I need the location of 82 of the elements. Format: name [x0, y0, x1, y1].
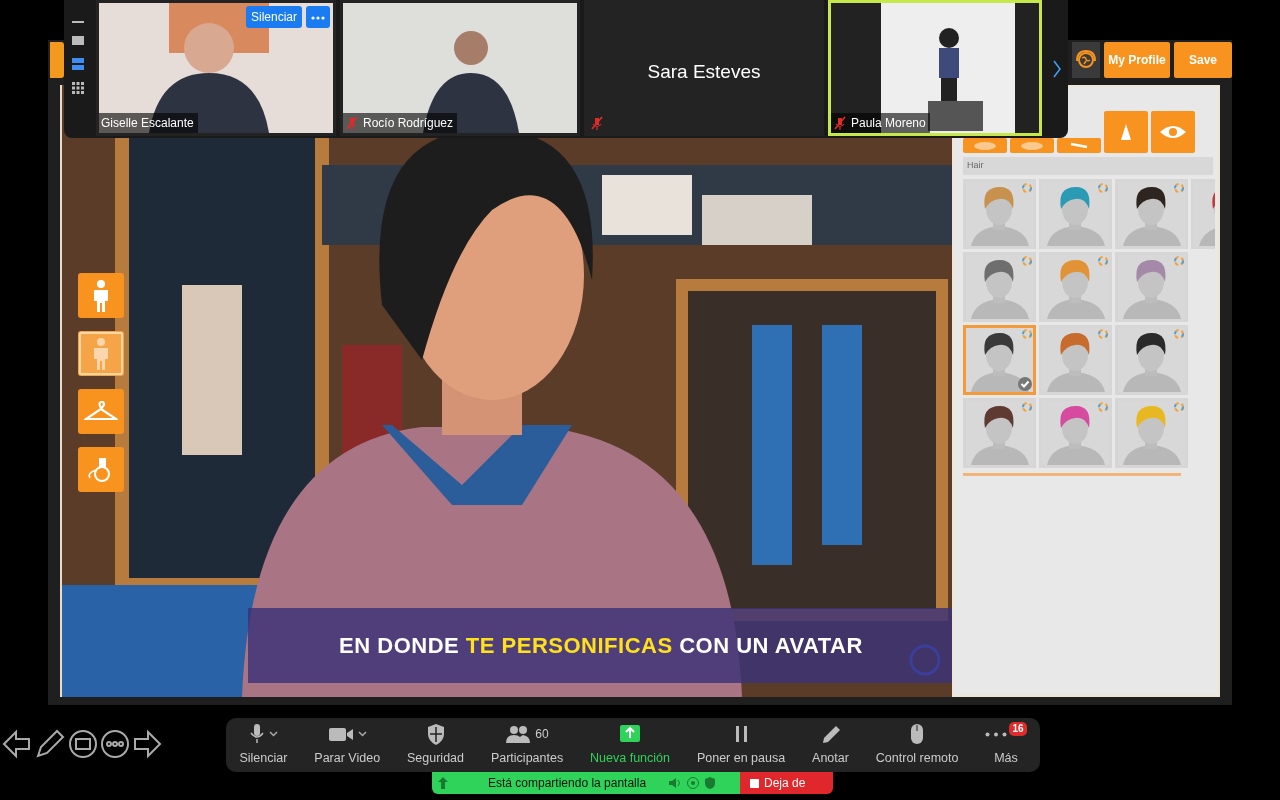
color-wheel-icon — [1022, 182, 1032, 193]
person-icon — [91, 337, 111, 370]
stop-icon — [750, 778, 759, 788]
hanger-icon — [84, 400, 118, 423]
color-wheel-icon — [1098, 401, 1108, 412]
color-wheel-icon — [1098, 328, 1108, 339]
toolbar-button[interactable]: Silenciar — [235, 722, 292, 768]
color-wheel-icon — [1022, 401, 1032, 412]
hairstyle-tile[interactable] — [1039, 251, 1112, 322]
brow-icon — [1070, 142, 1088, 149]
chevron-right-icon[interactable] — [1053, 60, 1061, 78]
caption: EN DONDE TE PERSONIFICAS CON UN AVATAR — [339, 632, 863, 660]
minimize-view-icon[interactable] — [70, 20, 86, 24]
toolbar-button[interactable]: Nueva función — [586, 722, 674, 768]
face-part-tab[interactable] — [963, 138, 1007, 153]
participant-name: Sara Esteves — [646, 60, 762, 84]
body-button[interactable] — [78, 331, 124, 376]
more-icon[interactable] — [100, 729, 130, 759]
face-part-tab[interactable] — [1057, 138, 1101, 153]
pencil-icon[interactable] — [34, 728, 66, 760]
shield-icon[interactable] — [704, 776, 717, 790]
color-wheel-icon — [1174, 401, 1184, 412]
hairstyle-tile[interactable] — [1039, 324, 1112, 395]
color-wheel-icon — [1174, 255, 1184, 266]
hairstyle-tile[interactable] — [963, 251, 1036, 322]
ring-icon — [908, 643, 942, 677]
speaker-icon[interactable] — [668, 777, 683, 789]
grid-view-icon[interactable] — [70, 80, 86, 96]
color-wheel-icon — [1098, 255, 1108, 266]
share-arrow-icon — [436, 776, 450, 790]
toolbar-button[interactable]: Anotar — [808, 722, 853, 768]
toolbar-button[interactable]: Seguridad — [403, 722, 468, 768]
face-part-tab[interactable] — [1010, 138, 1054, 153]
face-part-tab[interactable] — [1151, 111, 1195, 153]
hairstyle-tile[interactable] — [1115, 178, 1188, 249]
hairstyle-tile[interactable] — [1115, 324, 1188, 395]
toolbar-button[interactable]: 60 Participantes — [486, 722, 568, 768]
wardrobe-button[interactable] — [78, 389, 124, 434]
person-icon — [91, 279, 111, 312]
hairstyle-tile[interactable] — [963, 397, 1036, 468]
section-title: Hair — [963, 157, 1213, 175]
left-arrow-icon[interactable] — [2, 729, 32, 759]
hairstyle-tile[interactable] — [963, 324, 1036, 395]
right-arrow-icon[interactable] — [132, 729, 162, 759]
share-status: Está compartiendo la pantalla — [488, 775, 647, 792]
mouse-icon — [910, 723, 925, 746]
color-wheel-icon — [1022, 255, 1032, 266]
color-wheel-icon — [1098, 182, 1108, 193]
toolbar-button[interactable]: Poner en pausa — [692, 722, 790, 768]
color-wheel-icon — [1174, 182, 1184, 193]
hairstyle-tile[interactable] — [1115, 251, 1188, 322]
hairstyle-tile[interactable] — [1039, 397, 1112, 468]
circle-icon[interactable] — [686, 776, 701, 790]
keyboard-icon[interactable] — [68, 729, 98, 759]
head-icon — [974, 141, 996, 150]
color-wheel-icon — [1174, 328, 1184, 339]
support-button[interactable] — [1072, 42, 1100, 78]
hairstyle-tile[interactable] — [1039, 178, 1112, 249]
face-icon — [1021, 141, 1043, 150]
toolbar-button[interactable]: Parar Video — [310, 722, 385, 768]
speaker-view-icon[interactable] — [70, 56, 86, 72]
participant-count: 60 — [535, 726, 549, 744]
stop-share-button[interactable]: Deja de — [740, 772, 833, 794]
microphone-icon — [248, 723, 265, 746]
more-icon — [985, 731, 1008, 737]
pencil-icon — [820, 723, 841, 746]
body-button[interactable] — [78, 273, 124, 318]
toolbar-button[interactable]: 16 Más — [981, 722, 1031, 768]
toolbar-button[interactable]: Control remoto — [871, 722, 963, 768]
check-icon — [1018, 376, 1032, 391]
hairstyle-tile[interactable] — [1115, 397, 1188, 468]
scrollbar[interactable] — [963, 472, 1181, 476]
notification-badge: 16 — [1009, 722, 1027, 737]
nose-icon — [1121, 124, 1131, 140]
people-icon — [505, 723, 532, 746]
shield-icon — [425, 723, 446, 746]
headset-globe-icon — [1075, 49, 1097, 71]
eye-icon — [1160, 125, 1186, 139]
color-wheel-icon — [1022, 328, 1032, 339]
hairstyle-tile[interactable] — [963, 178, 1036, 249]
accessory-button[interactable] — [78, 447, 124, 492]
face-part-tab[interactable] — [1104, 111, 1148, 153]
